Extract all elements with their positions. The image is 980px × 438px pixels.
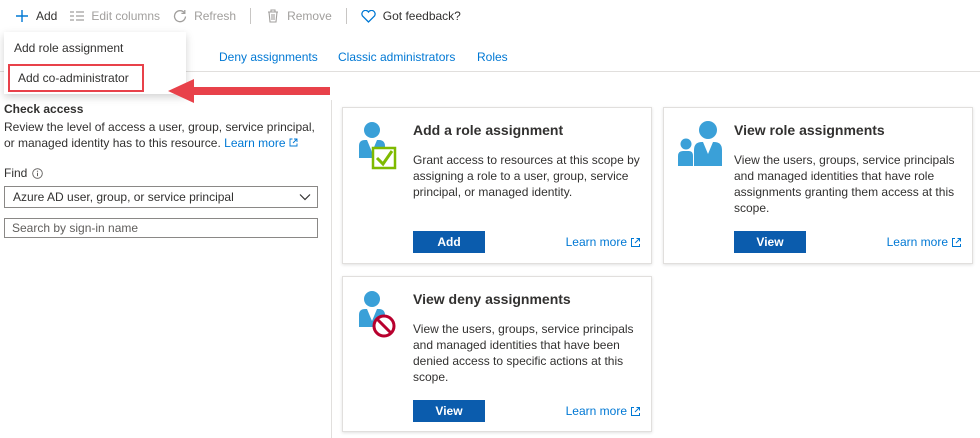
check-access-learn-more-link[interactable]: Learn more	[224, 136, 297, 150]
add-dropdown-menu: Add role assignment Add co-administrator	[4, 32, 186, 94]
find-label-text: Find	[4, 166, 28, 180]
sign-in-name-search-input[interactable]: Search by sign-in name	[4, 218, 318, 238]
role-assignment-add-icon	[359, 122, 397, 170]
plus-icon	[14, 8, 30, 24]
card-add-role-assignment: Add a role assignment Grant access to re…	[342, 107, 652, 264]
add-label: Add	[36, 9, 58, 23]
edit-columns-label: Edit columns	[91, 9, 161, 23]
card-title: Add a role assignment	[413, 122, 564, 138]
pane-divider	[331, 100, 332, 438]
find-label: Find	[4, 166, 44, 180]
users-group-icon	[678, 121, 722, 166]
columns-icon	[69, 8, 85, 24]
menu-item-add-co-administrator[interactable]: Add co-administrator	[8, 64, 144, 92]
check-access-description: Review the level of access a user, group…	[4, 119, 324, 151]
toolbar-divider	[345, 8, 347, 24]
menu-item-add-role-assignment[interactable]: Add role assignment	[4, 33, 186, 63]
learn-more-label: Learn more	[886, 235, 948, 249]
feedback-label: Got feedback?	[382, 9, 461, 23]
tab-roles[interactable]: Roles	[477, 50, 508, 64]
add-button[interactable]: Add	[8, 0, 63, 32]
feedback-button[interactable]: Got feedback?	[355, 0, 467, 32]
external-link-icon	[631, 237, 640, 247]
chevron-down-icon	[299, 194, 311, 201]
remove-button[interactable]: Remove	[259, 0, 338, 32]
remove-label: Remove	[287, 9, 332, 23]
view-deny-assignments-button[interactable]: View	[413, 400, 485, 422]
tab-deny-assignments[interactable]: Deny assignments	[219, 50, 318, 64]
card-description: View the users, groups, service principa…	[413, 322, 634, 384]
edit-columns-button[interactable]: Edit columns	[63, 0, 166, 32]
card-learn-more-link[interactable]: Learn more	[566, 404, 641, 418]
card-view-deny-assignments: View deny assignments View the users, gr…	[342, 276, 652, 432]
view-role-assignments-button[interactable]: View	[734, 231, 806, 253]
learn-more-label: Learn more	[565, 235, 627, 249]
external-link-icon	[631, 406, 640, 416]
principal-type-value: Azure AD user, group, or service princip…	[13, 190, 234, 204]
learn-more-label: Learn more	[565, 404, 627, 418]
learn-more-label: Learn more	[224, 136, 286, 150]
refresh-icon	[172, 8, 188, 24]
toolbar-divider	[250, 8, 252, 24]
callout-arrow	[168, 79, 330, 103]
refresh-label: Refresh	[194, 9, 237, 23]
card-title: View role assignments	[734, 122, 885, 138]
command-bar: Add Edit columns Refresh Remove Got feed…	[0, 0, 980, 32]
add-role-assignment-button[interactable]: Add	[413, 231, 485, 253]
external-link-icon	[952, 237, 961, 247]
trash-icon	[265, 8, 281, 24]
check-access-title: Check access	[4, 102, 84, 116]
deny-assignment-icon	[359, 291, 396, 338]
card-learn-more-link[interactable]: Learn more	[887, 235, 962, 249]
check-access-pane: Check access Review the level of access …	[0, 100, 330, 438]
card-title: View deny assignments	[413, 291, 571, 307]
external-link-icon	[289, 138, 297, 147]
heart-icon	[361, 8, 377, 24]
info-icon[interactable]	[32, 167, 44, 179]
card-description: Grant access to resources at this scope …	[413, 153, 640, 199]
card-description: View the users, groups, service principa…	[734, 153, 955, 215]
principal-type-select[interactable]: Azure AD user, group, or service princip…	[4, 186, 318, 208]
card-learn-more-link[interactable]: Learn more	[566, 235, 641, 249]
card-view-role-assignments: View role assignments View the users, gr…	[663, 107, 973, 264]
tab-classic-administrators[interactable]: Classic administrators	[338, 50, 455, 64]
refresh-button[interactable]: Refresh	[166, 0, 242, 32]
